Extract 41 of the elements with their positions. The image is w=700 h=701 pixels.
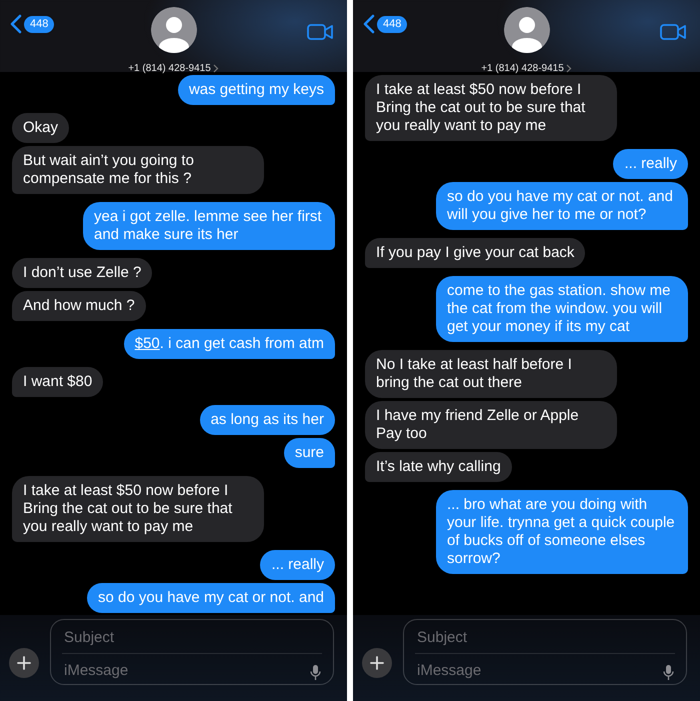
add-button[interactable] — [362, 648, 392, 678]
received-message: I have my friend Zelle or Apple Pay too — [365, 401, 617, 449]
chevron-icon — [566, 64, 572, 73]
received-message: No I take at least half before I bring the cat out there — [365, 350, 617, 398]
sent-message: sure — [284, 438, 335, 468]
chevron-icon — [212, 64, 219, 73]
received-message: I take at least $50 now before I Bring the cat out to be sure that you really want to pay me — [365, 75, 617, 141]
received-message: If you pay I give your cat back — [365, 238, 586, 268]
contact-number[interactable]: +1 (814) 428-9415 — [481, 63, 564, 74]
sent-message: as long as its her — [200, 405, 335, 435]
sent-message: was getting my keys — [178, 75, 335, 105]
plus-icon — [17, 656, 31, 670]
microphone-icon[interactable] — [663, 664, 674, 682]
add-button[interactable] — [9, 648, 39, 678]
video-call-icon[interactable] — [307, 22, 333, 41]
sent-message: ... really — [260, 550, 335, 580]
sent-message: so do you have my cat or not. and — [87, 583, 335, 613]
avatar-icon[interactable] — [504, 7, 550, 53]
compose-field[interactable]: Subject iMessage — [403, 619, 687, 685]
plus-icon — [370, 656, 384, 670]
compose-field[interactable]: Subject iMessage — [50, 619, 334, 685]
back-chevron-icon — [363, 14, 375, 34]
sent-message: come to the gas station. show me the cat from the window. you will get your money if its my cat — [436, 276, 688, 342]
contact-number[interactable]: +1 (814) 428-9415 — [128, 63, 211, 74]
video-call-icon[interactable] — [660, 22, 686, 41]
received-message: And how much ? — [12, 291, 146, 321]
avatar-icon[interactable] — [150, 7, 196, 53]
sent-message: so do you have my cat or not. and will you give her to me or not? — [436, 182, 688, 230]
microphone-icon[interactable] — [310, 664, 321, 682]
back-chevron-icon — [10, 14, 22, 34]
sent-message: ... bro what are you doing with your life. trynna get a quick couple of bucks off of someone elses sorrow? — [436, 490, 688, 574]
sent-message: yea i got zelle. lemme see her first and make sure its her — [83, 202, 335, 250]
received-message: It’s late why calling — [365, 452, 512, 482]
received-message: I take at least $50 now before I Bring the cat out to be sure that you really want to pay me — [12, 476, 264, 542]
sent-message: ... really — [613, 149, 688, 179]
received-message: But wait ain’t you going to compensate me for this ? — [12, 146, 264, 194]
received-message: Okay — [12, 113, 70, 143]
received-message: I want $80 — [12, 367, 104, 397]
sent-message: $50. i can get cash from atm — [124, 329, 335, 359]
money-link[interactable]: $50 — [134, 335, 160, 352]
received-message: I don’t use Zelle ? — [12, 258, 152, 288]
